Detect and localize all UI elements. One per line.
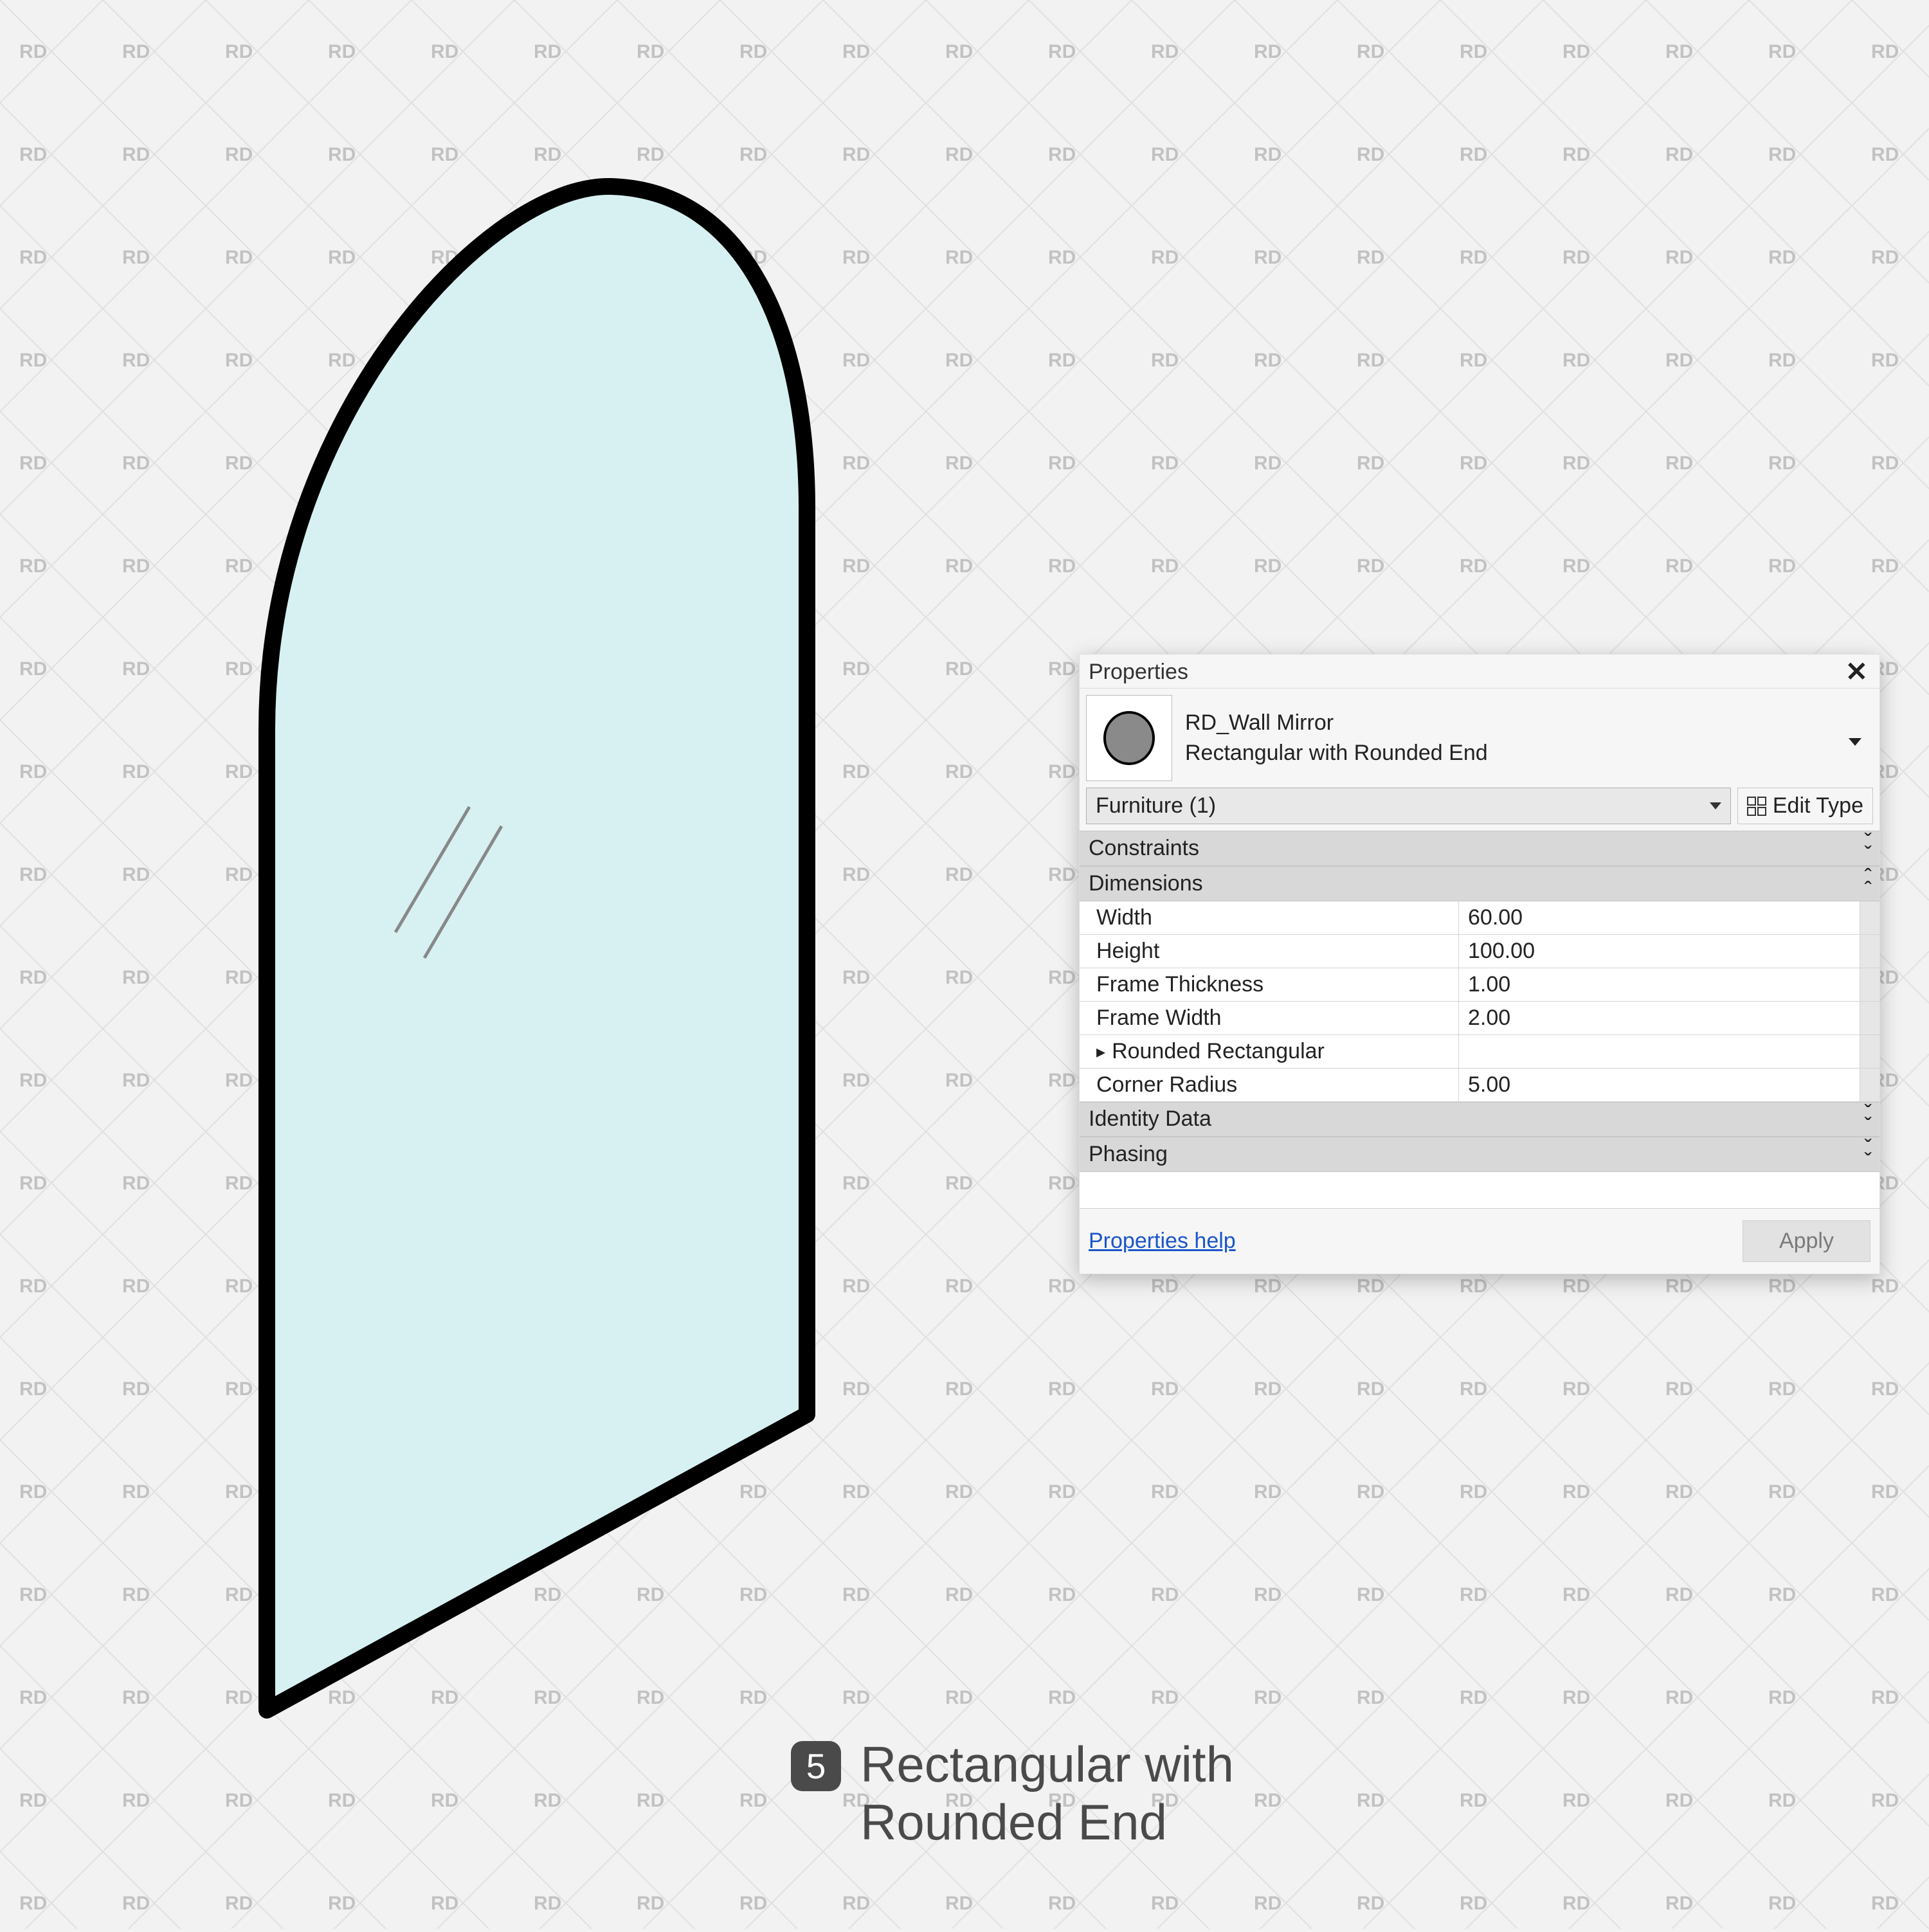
properties-help-link[interactable]: Properties help: [1089, 1229, 1236, 1254]
chevron-down-icon: [1710, 802, 1721, 809]
collapse-icon: ˇˇ: [1865, 1141, 1870, 1168]
param-frame-thickness[interactable]: Frame Thickness 1.00: [1080, 968, 1879, 1002]
panel-header[interactable]: Properties ✕: [1080, 655, 1879, 689]
group-identity-data[interactable]: Identity Data ˇˇ: [1080, 1102, 1879, 1137]
group-dimensions[interactable]: Dimensions ˆˆ: [1080, 866, 1879, 901]
type-name: Rectangular with Rounded End: [1185, 741, 1488, 766]
collapse-icon: ˇˇ: [1865, 835, 1870, 862]
panel-spacer: [1080, 1172, 1879, 1208]
family-name: RD_Wall Mirror: [1185, 710, 1488, 736]
edit-type-label: Edit Type: [1773, 793, 1863, 818]
category-select[interactable]: Furniture (1): [1086, 788, 1731, 824]
param-corner-radius[interactable]: Corner Radius 5.00: [1080, 1069, 1879, 1102]
collapse-icon: ˇˇ: [1865, 1106, 1870, 1133]
edit-type-button[interactable]: Edit Type: [1737, 788, 1873, 824]
caption-text: Rectangular with Rounded End: [860, 1736, 1234, 1851]
mirror-preview: [212, 148, 855, 1723]
type-selector[interactable]: RD_Wall Mirror Rectangular with Rounded …: [1080, 689, 1879, 788]
edit-type-icon: [1747, 797, 1766, 816]
param-frame-width[interactable]: Frame Width 2.00: [1080, 1002, 1879, 1035]
apply-button[interactable]: Apply: [1743, 1220, 1870, 1262]
caption: 5 Rectangular with Rounded End: [791, 1736, 1234, 1851]
chevron-down-icon: [1849, 738, 1861, 746]
group-constraints[interactable]: Constraints ˇˇ: [1080, 831, 1879, 866]
group-phasing[interactable]: Phasing ˇˇ: [1080, 1137, 1879, 1172]
panel-title: Properties: [1089, 660, 1188, 685]
close-icon[interactable]: ✕: [1843, 658, 1870, 685]
type-thumbnail: [1086, 695, 1172, 781]
collapse-icon: ˆˆ: [1865, 871, 1870, 897]
properties-panel: Properties ✕ RD_Wall Mirror Rectangular …: [1079, 654, 1880, 1274]
param-rounded-rectangular[interactable]: Rounded Rectangular: [1080, 1035, 1879, 1069]
param-width[interactable]: Width 60.00: [1080, 901, 1879, 935]
param-height[interactable]: Height 100.00: [1080, 935, 1879, 968]
category-select-label: Furniture (1): [1096, 793, 1216, 818]
caption-number-badge: 5: [791, 1741, 841, 1791]
